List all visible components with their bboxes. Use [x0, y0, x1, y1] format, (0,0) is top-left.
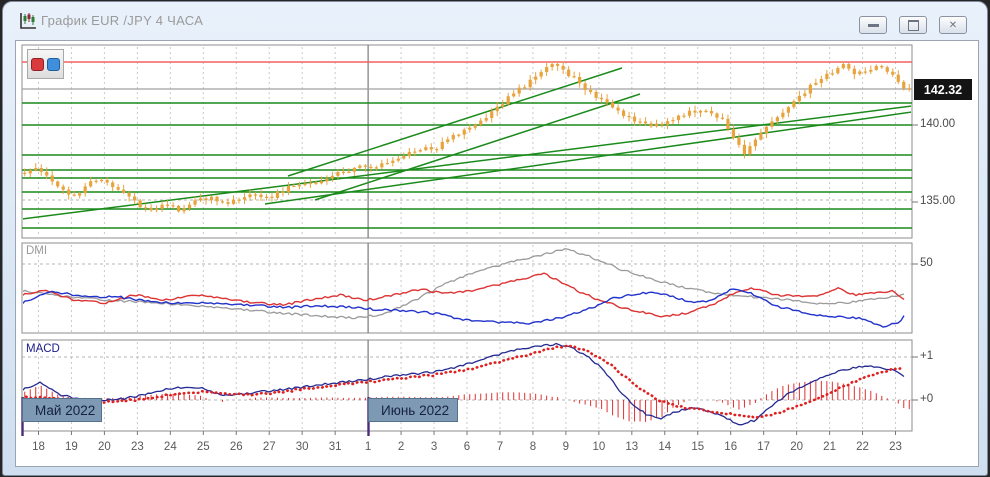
chart-window: График EUR /JPY 4 ЧАСА ✕ — [2, 1, 988, 476]
price-tick-label: 135.00 — [920, 195, 955, 207]
date-axis-label: 3 — [421, 441, 447, 453]
date-axis-label: 7 — [487, 441, 513, 453]
month-label: Июнь 2022 — [368, 398, 458, 422]
date-axis-label: 10 — [586, 441, 612, 453]
date-axis-label: 15 — [685, 441, 711, 453]
chart-client-area — [15, 40, 979, 467]
date-axis-label: 2 — [388, 441, 414, 453]
screen: График EUR /JPY 4 ЧАСА ✕ DMI MACD 142.32… — [0, 0, 990, 477]
date-axis-label: 31 — [322, 441, 348, 453]
maximize-icon — [908, 20, 919, 31]
candlestick-chart-icon — [18, 11, 38, 31]
window-title: График EUR /JPY 4 ЧАСА — [41, 13, 203, 28]
date-axis-label: 14 — [652, 441, 678, 453]
date-axis-label: 9 — [553, 441, 579, 453]
date-axis-label: 17 — [751, 441, 777, 453]
current-price-badge: 142.32 — [914, 79, 972, 100]
date-axis-label: 23 — [124, 441, 150, 453]
date-axis-label: 21 — [817, 441, 843, 453]
date-axis-label: 18 — [25, 441, 51, 453]
price-tick-label: 140.00 — [920, 118, 955, 130]
date-axis-label: 24 — [157, 441, 183, 453]
date-axis-label: 8 — [520, 441, 546, 453]
drawing-toolbar — [27, 49, 64, 79]
date-axis-label: 1 — [355, 441, 381, 453]
dmi-panel-label: DMI — [26, 245, 47, 257]
date-axis-label: 13 — [619, 441, 645, 453]
red-marker-button[interactable] — [31, 58, 44, 71]
date-axis-label: 20 — [784, 441, 810, 453]
macd-panel-label: MACD — [26, 343, 60, 355]
close-button[interactable]: ✕ — [939, 16, 967, 34]
minimize-icon — [868, 24, 879, 27]
date-axis-label: 16 — [718, 441, 744, 453]
date-axis-label: 30 — [289, 441, 315, 453]
indicator-tick-label: 50 — [920, 257, 933, 269]
date-axis-label: 23 — [883, 441, 909, 453]
indicator-tick-label: +0 — [920, 393, 933, 405]
date-axis-label: 26 — [223, 441, 249, 453]
date-axis-label: 27 — [256, 441, 282, 453]
minimize-button[interactable] — [859, 16, 887, 34]
date-axis-label: 25 — [190, 441, 216, 453]
date-axis-label: 6 — [454, 441, 480, 453]
maximize-button[interactable] — [899, 16, 927, 34]
indicator-tick-label: +1 — [920, 350, 933, 362]
month-label: Май 2022 — [22, 398, 102, 422]
date-axis-label: 22 — [850, 441, 876, 453]
date-axis-label: 20 — [91, 441, 117, 453]
date-axis-label: 19 — [58, 441, 84, 453]
blue-marker-button[interactable] — [47, 58, 60, 71]
close-icon: ✕ — [949, 20, 957, 31]
titlebar[interactable]: График EUR /JPY 4 ЧАСА ✕ — [3, 2, 987, 40]
